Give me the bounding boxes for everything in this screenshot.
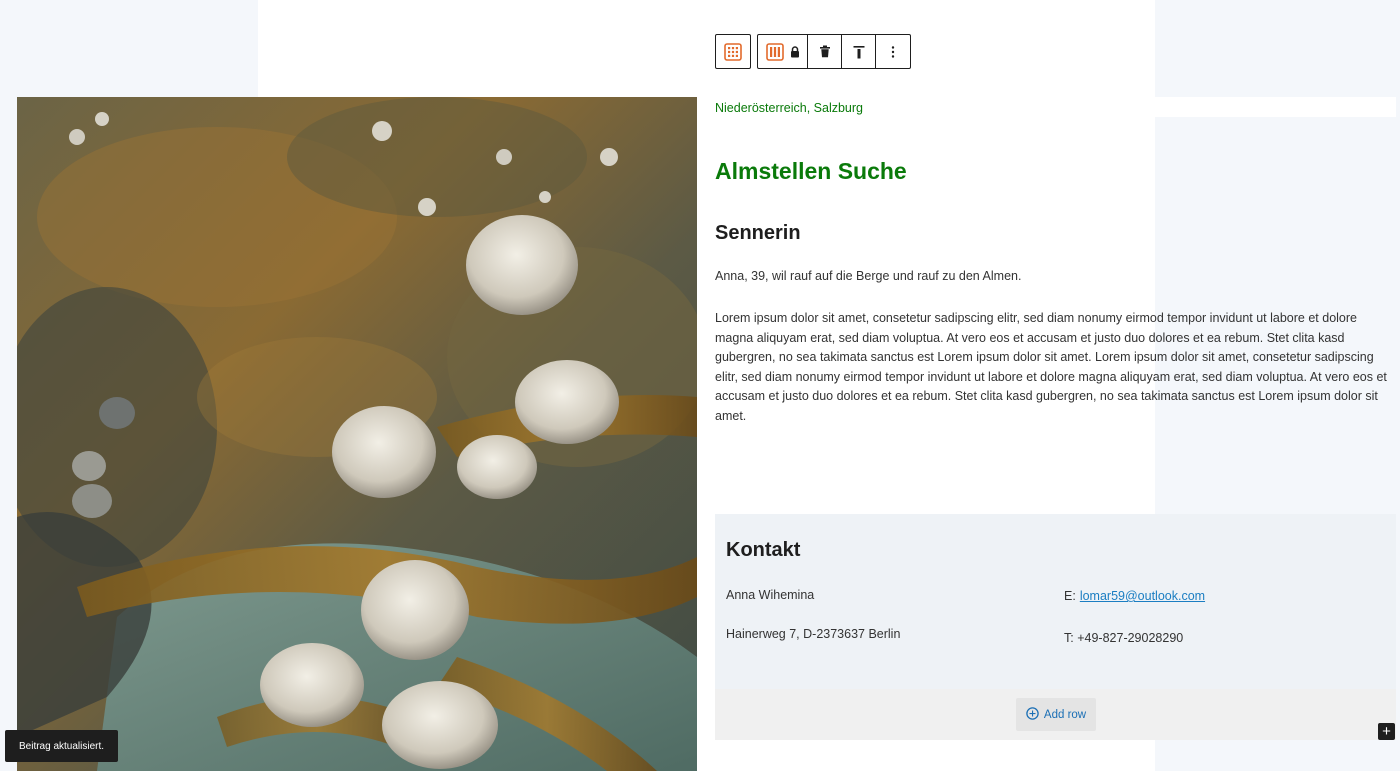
plus-circle-icon — [1026, 706, 1039, 723]
body-paragraph[interactable]: Lorem ipsum dolor sit amet, consetetur s… — [715, 309, 1395, 427]
contact-box: Kontakt Anna Wihemina Hainerweg 7, D-237… — [715, 514, 1396, 689]
contact-email: E: lomar59@outlook.com — [1064, 589, 1205, 603]
column-block-icon — [724, 42, 742, 61]
block-inserter-button[interactable]: + — [1378, 723, 1395, 740]
lock-icon — [790, 45, 800, 58]
intro-paragraph[interactable]: Anna, 39, wil rauf auf die Berge und rau… — [715, 268, 1395, 284]
block-type-button[interactable] — [758, 35, 808, 68]
toolbar-group-parent — [715, 34, 751, 69]
contact-title[interactable]: Kontakt — [726, 539, 800, 562]
more-options-button[interactable] — [876, 35, 910, 68]
trash-icon — [819, 45, 831, 58]
email-link[interactable]: lomar59@outlook.com — [1080, 589, 1205, 603]
columns-icon — [765, 42, 784, 61]
contact-address[interactable]: Hainerweg 7, D-2373637 Berlin — [726, 627, 900, 641]
add-row-label: Add row — [1043, 708, 1087, 721]
snackbar-text: Beitrag aktualisiert. — [19, 740, 105, 752]
phone-label: T: — [1064, 631, 1074, 645]
editor-canvas-top — [258, 0, 1155, 97]
select-parent-column-button[interactable] — [716, 35, 750, 68]
add-row-button[interactable]: Add row — [1016, 698, 1096, 731]
hero-image[interactable] — [17, 97, 697, 771]
subtitle[interactable]: Sennerin — [715, 221, 1395, 245]
email-label: E: — [1064, 589, 1076, 603]
align-top-button[interactable] — [842, 35, 876, 68]
contact-name[interactable]: Anna Wihemina — [726, 588, 814, 602]
delete-button[interactable] — [808, 35, 842, 68]
phone-value[interactable]: +49-827-29028290 — [1077, 631, 1183, 645]
seashells-image-icon — [17, 97, 697, 771]
plus-icon: + — [1382, 723, 1391, 740]
post-content: Niederösterreich, Salzburg Almstellen Su… — [715, 97, 1395, 427]
toolbar-group-main — [757, 34, 911, 69]
snackbar-notice: Beitrag aktualisiert. — [5, 730, 119, 762]
region-text[interactable]: Niederösterreich, Salzburg — [715, 101, 1395, 115]
page-title[interactable]: Almstellen Suche — [715, 158, 1395, 184]
align-top-icon — [853, 45, 865, 59]
block-toolbar — [715, 34, 911, 69]
add-row-bar: Add row — [715, 689, 1396, 740]
more-options-icon — [891, 45, 895, 59]
contact-phone: T: +49-827-29028290 — [1064, 631, 1183, 645]
